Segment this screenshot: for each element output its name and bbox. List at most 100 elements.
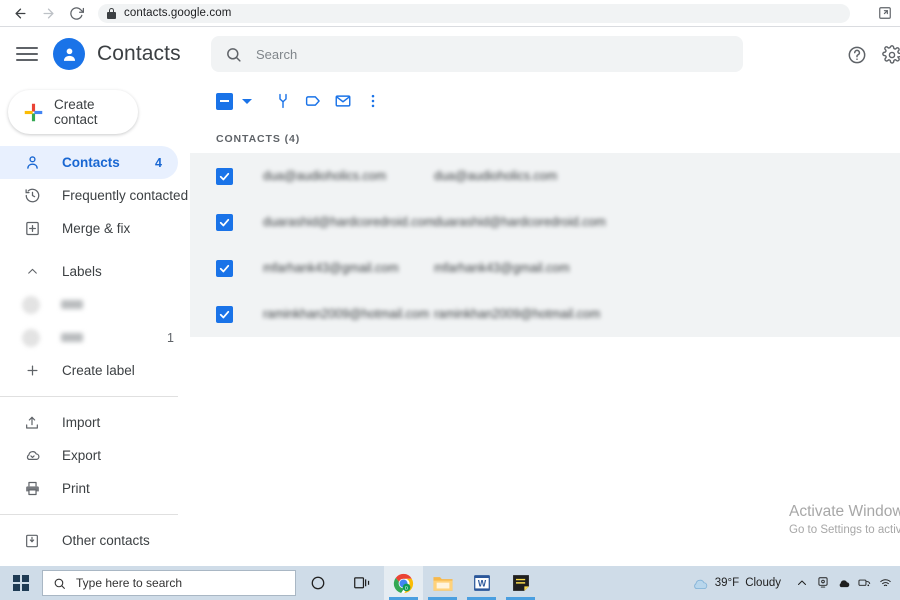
person-icon (22, 153, 42, 173)
sidebar-item-label: Frequently contacted (62, 188, 188, 203)
export-cloud-download-icon (22, 446, 42, 466)
browser-toolbar: contacts.google.com (0, 0, 900, 27)
screen: contacts.google.com Contacts (0, 0, 900, 600)
label-tag-icon[interactable] (304, 92, 322, 110)
envelope-icon[interactable] (334, 92, 352, 110)
url-text: contacts.google.com (124, 7, 231, 19)
sidebar-item-count: 4 (155, 156, 162, 170)
weather-temperature: 39°F (715, 577, 739, 589)
sidebar-nav: Contacts 4 Frequently contacted Merge & … (0, 146, 190, 590)
chevron-down-icon[interactable] (242, 99, 252, 104)
contacts-list-header: CONTACTS (4) (190, 133, 900, 145)
sidebar-item-import[interactable]: Import (0, 406, 178, 439)
merge-box-icon (22, 219, 42, 239)
labels-section-header[interactable]: Labels (0, 255, 190, 288)
search-bar[interactable] (211, 36, 743, 72)
sidebar-item-frequently-contacted[interactable]: Frequently contacted (0, 179, 178, 212)
more-vertical-icon[interactable] (364, 92, 382, 110)
create-contact-label: Create contact (54, 97, 138, 127)
forward-arrow-icon[interactable] (34, 0, 62, 27)
taskbar-search-placeholder: Type here to search (76, 576, 182, 590)
page-title: Contacts (97, 42, 181, 66)
search-input[interactable] (256, 36, 743, 72)
chrome-icon[interactable]: D (384, 566, 423, 600)
label-tag-icon (22, 296, 40, 314)
contact-email: dua@audioholics.com (434, 169, 900, 183)
sidebar-item-label: Merge & fix (62, 221, 130, 236)
create-contact-button[interactable]: Create contact (8, 90, 138, 134)
sidebar-item-label: Print (62, 481, 90, 496)
file-explorer-icon[interactable] (423, 566, 462, 600)
other-contacts-icon (22, 531, 42, 551)
contact-name: duarashid@hardcoredroid.com (263, 215, 434, 229)
printer-icon (22, 479, 42, 499)
chevron-up-icon[interactable] (791, 566, 812, 600)
sidebar-item-merge-and-fix[interactable]: Merge & fix (0, 212, 178, 245)
select-all-checkbox[interactable] (216, 93, 233, 110)
row-checkbox[interactable] (216, 306, 233, 323)
sidebar-label-item[interactable] (0, 288, 190, 321)
gear-icon[interactable] (882, 45, 900, 65)
sidebar-item-contacts[interactable]: Contacts 4 (0, 146, 178, 179)
search-icon (225, 46, 242, 63)
history-clock-icon (22, 186, 42, 206)
sidebar-divider (0, 396, 178, 397)
wifi-icon[interactable] (875, 566, 896, 600)
sidebar-label-count: 1 (167, 331, 174, 345)
contact-name: dua@audioholics.com (263, 169, 434, 183)
create-label-button[interactable]: Create label (0, 354, 178, 387)
sidebar-label-name (61, 333, 83, 342)
cloud-icon (690, 576, 709, 591)
onedrive-sync-icon[interactable] (812, 566, 833, 600)
search-icon (53, 577, 66, 590)
svg-text:W: W (477, 579, 486, 589)
contact-name: raminkhan2009@hotmail.com (263, 307, 434, 321)
sticky-notes-icon[interactable] (501, 566, 540, 600)
activate-windows-watermark: Activate Windows Go to Settings to activ… (789, 503, 900, 536)
sidebar-divider (0, 514, 178, 515)
task-view-icon[interactable] (340, 566, 384, 600)
contact-email: mfarhank43@gmail.com (434, 261, 900, 275)
reload-icon[interactable] (62, 0, 90, 27)
word-icon[interactable]: W (462, 566, 501, 600)
svg-text:D: D (405, 585, 409, 591)
taskbar-search-input[interactable]: Type here to search (42, 570, 296, 596)
windows-taskbar: Type here to search D (0, 566, 900, 600)
table-row[interactable]: mfarhank43@gmail.com mfarhank43@gmail.co… (190, 245, 900, 291)
row-checkbox[interactable] (216, 214, 233, 231)
contacts-list: dua@audioholics.com dua@audioholics.com … (190, 153, 900, 337)
back-arrow-icon[interactable] (6, 0, 34, 27)
row-checkbox[interactable] (216, 168, 233, 185)
network-icon[interactable] (854, 566, 875, 600)
table-row[interactable]: dua@audioholics.com dua@audioholics.com (190, 153, 900, 199)
row-checkbox[interactable] (216, 260, 233, 277)
contacts-person-logo-icon (53, 38, 85, 70)
contacts-main: CONTACTS (4) dua@audioholics.com dua@aud… (190, 81, 900, 565)
sidebar-item-other-contacts[interactable]: Other contacts (0, 524, 178, 557)
weather-widget[interactable]: 39°F Cloudy (690, 576, 781, 591)
cortana-circle-icon[interactable] (296, 566, 340, 600)
sidebar-item-label: Import (62, 415, 100, 430)
sidebar-label-item[interactable]: 1 (0, 321, 190, 354)
contact-name: mfarhank43@gmail.com (263, 261, 434, 275)
plus-icon (23, 102, 44, 123)
cloud-icon[interactable] (833, 566, 854, 600)
selection-toolbar (190, 81, 900, 121)
lock-icon (107, 8, 116, 19)
sidebar-item-export[interactable]: Export (0, 439, 178, 472)
chevron-up-icon (22, 262, 42, 282)
sidebar-item-print[interactable]: Print (0, 472, 178, 505)
sidebar-label-name (61, 300, 83, 309)
windows-start-icon[interactable] (0, 566, 42, 600)
hamburger-menu-icon[interactable] (16, 46, 38, 62)
import-upload-icon (22, 413, 42, 433)
create-label-label: Create label (62, 363, 135, 378)
share-icon[interactable] (870, 0, 900, 27)
table-row[interactable]: raminkhan2009@hotmail.com raminkhan2009@… (190, 291, 900, 337)
address-bar[interactable]: contacts.google.com (98, 4, 850, 23)
contact-email: duarashid@hardcoredroid.com (434, 215, 900, 229)
merge-icon[interactable] (274, 92, 292, 110)
table-row[interactable]: duarashid@hardcoredroid.com duarashid@ha… (190, 199, 900, 245)
weather-condition: Cloudy (745, 577, 781, 589)
help-icon[interactable] (847, 45, 867, 65)
